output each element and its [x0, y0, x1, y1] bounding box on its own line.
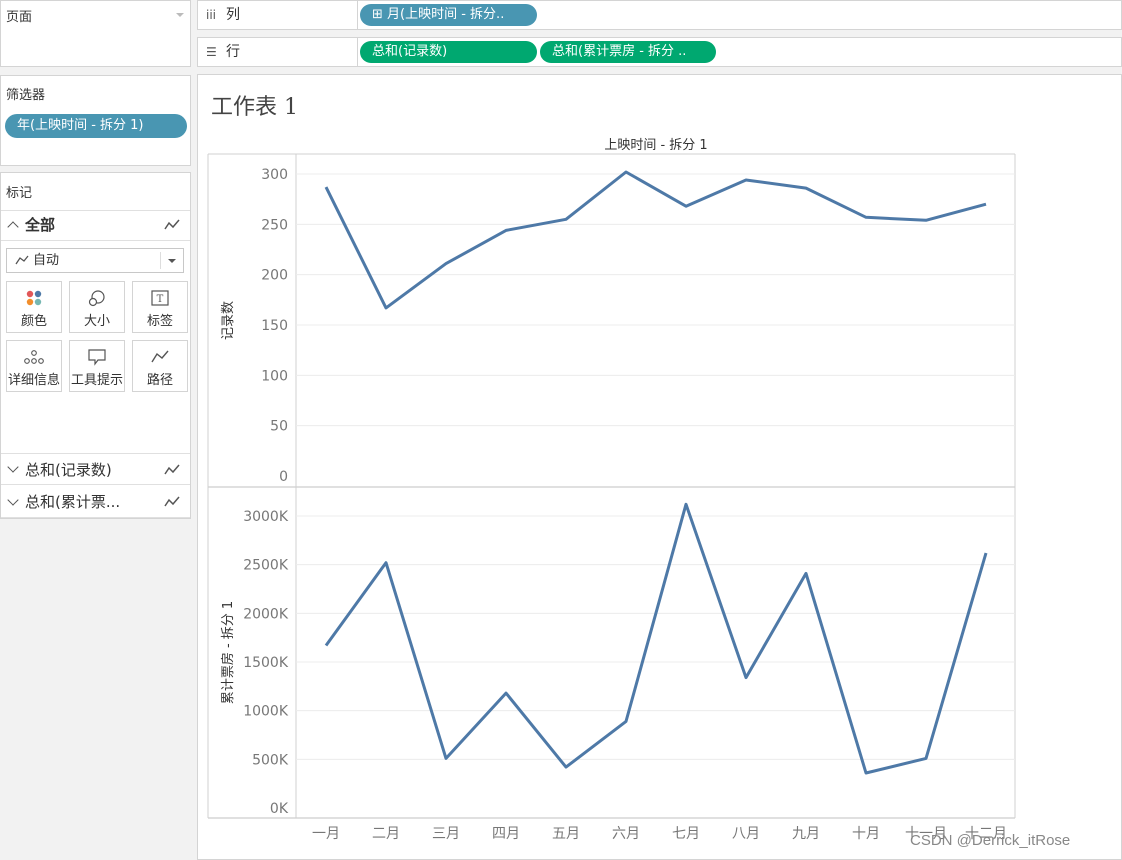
y-tick-label: 1000K	[243, 704, 289, 720]
y-tick-label: 100	[261, 368, 288, 384]
series-line	[324, 170, 987, 310]
y-tick-label: 2000K	[243, 606, 289, 622]
y-tick-label: 1500K	[243, 655, 289, 671]
watermark: CSDN @Derrick_itRose	[910, 832, 1071, 849]
y-tick-label: 150	[261, 318, 288, 334]
column-header: 上映时间 - 拆分 1	[604, 138, 707, 153]
y-tick-label: 50	[270, 419, 288, 435]
x-tick-label: 三月	[432, 826, 460, 842]
y-tick-label: 3000K	[243, 509, 289, 525]
y-tick-label: 2500K	[243, 558, 289, 574]
x-tick-label: 五月	[552, 826, 580, 842]
x-tick-label: 六月	[612, 826, 640, 842]
y-tick-label: 500K	[252, 752, 289, 768]
y-tick-label: 250	[261, 217, 288, 233]
x-tick-label: 二月	[372, 826, 400, 842]
chart-svg: 上映时间 - 拆分 1 0 50 100 150 200 250 300 记录数 0K 500K 1…	[207, 138, 1016, 842]
y-axis-label: 记录数	[221, 301, 236, 340]
x-tick-label: 九月	[792, 826, 820, 842]
y-tick-label: 200	[261, 268, 288, 284]
y-tick-label: 300	[261, 167, 288, 183]
x-tick-label: 十月	[852, 826, 880, 842]
x-tick-label: 一月	[312, 826, 340, 842]
series-line	[324, 502, 988, 775]
y-axis-label: 累计票房 - 拆分 1	[220, 601, 236, 704]
x-tick-label: 八月	[732, 826, 760, 842]
x-tick-label: 七月	[672, 826, 700, 842]
x-tick-label: 四月	[492, 826, 520, 842]
y-tick-label: 0	[279, 469, 288, 485]
y-tick-label: 0K	[270, 801, 289, 817]
